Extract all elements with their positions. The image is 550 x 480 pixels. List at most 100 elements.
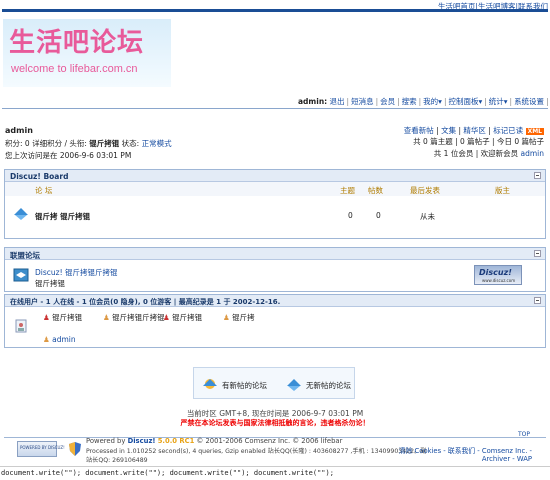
- collapse-icon[interactable]: [534, 250, 541, 257]
- online-users-box: 在线用户 - 1 人在线 - 1 位会员(0 隐身), 0 位游客 | 最高纪录…: [4, 294, 546, 348]
- footer-qq: 站长QQ: 269106489: [86, 457, 148, 464]
- menu-separator: |: [443, 97, 447, 106]
- menu-item[interactable]: 短消息: [351, 97, 374, 106]
- main-menu: admin: 退出|短消息|会员|搜索|我的▾|控制面板▾|统计▾|系统设置|帮…: [298, 96, 550, 107]
- quick-link[interactable]: 查看新帖: [404, 126, 434, 135]
- forum-name-link[interactable]: 锟斤拷 锟斤拷锟: [35, 211, 90, 222]
- credits-text: 积分: 0 详细积分 / 头衔:: [5, 139, 90, 148]
- online-header[interactable]: 在线用户 - 1 人在线 - 1 位会员(0 隐身), 0 位游客 | 最高纪录…: [5, 295, 545, 307]
- online-legend-item: ♟ 锟斤拷锟斤拷锟: [103, 312, 165, 323]
- forum-stats: 共 0 篇主题 | 0 篇帖子 | 今日 0 篇帖子: [413, 137, 544, 146]
- powered-text: Powered by: [86, 437, 128, 445]
- no-new-posts-icon: [287, 379, 301, 391]
- forum-post-count: 0: [376, 211, 381, 220]
- discuz-link[interactable]: Discuz!: [128, 437, 156, 445]
- menu-separator: |: [509, 97, 513, 106]
- new-member-link[interactable]: admin: [521, 149, 545, 158]
- menu-item[interactable]: 退出: [330, 97, 345, 106]
- online-legend-item: ♟ 锟斤拷: [223, 312, 255, 323]
- online-summary: 在线用户 - 1 人在线 - 1 位会员(0 隐身), 0 位游客 | 最高纪录…: [10, 298, 281, 306]
- status-label: 状态:: [119, 139, 142, 148]
- forum-last-post: 从未: [420, 212, 435, 221]
- board-title: Discuz! Board: [10, 172, 69, 181]
- quick-link[interactable]: 文集: [441, 126, 456, 135]
- online-user-entry[interactable]: ♟ admin: [43, 335, 76, 344]
- menu-separator: |: [418, 97, 422, 106]
- board-table: Discuz! Board 论 坛 主题 帖数 最后发表 版主 锟斤拷 锟斤拷锟…: [4, 169, 546, 239]
- online-legend-item: ♟ 锟斤拷锟: [43, 312, 82, 323]
- online-legend-label: 锟斤拷锟斤拷锟: [112, 313, 165, 322]
- link-site-desc: 锟斤拷锟: [35, 279, 65, 288]
- footer-links-2[interactable]: Archiver - WAP: [482, 455, 532, 463]
- online-legend-label: 锟斤拷: [232, 313, 255, 322]
- link-site-name[interactable]: Discuz! 锟斤拷锟斤拷锟: [35, 267, 117, 278]
- badge-url: www.discuz.com: [482, 278, 516, 283]
- forum-thread-count: 0: [348, 211, 353, 220]
- menu-separator: |: [375, 97, 379, 106]
- board-column-header: 论 坛 主题 帖数 最后发表 版主: [5, 182, 545, 196]
- collapse-icon[interactable]: [534, 297, 541, 304]
- footer-powered: Powered by Discuz! 5.0.0 RC1 © 2001-2006…: [86, 437, 342, 445]
- top-bar: [2, 9, 548, 12]
- menu-item[interactable]: 搜索: [402, 97, 417, 106]
- user-group-icon: ♟: [223, 313, 233, 322]
- badge-title: Discuz!: [479, 268, 512, 277]
- member-stats-text: 共 1 位会员 | 欢迎新会员: [433, 149, 521, 158]
- menu-item[interactable]: 系统设置: [514, 97, 544, 106]
- status-mode-link[interactable]: 正常模式: [142, 139, 172, 148]
- user-icon: ♟: [43, 335, 50, 344]
- forum-legend: 有新帖的论坛 无新帖的论坛: [193, 367, 355, 399]
- online-user-link[interactable]: admin: [52, 335, 76, 344]
- quick-link[interactable]: 精华区: [463, 126, 486, 135]
- online-legend-item: ♟ 锟斤拷锟: [163, 312, 202, 323]
- powered-badge[interactable]: POWERED BY DISCUZ!: [17, 441, 65, 457]
- menu-item[interactable]: 控制面板▾: [448, 97, 482, 106]
- version: 5.0.0 RC1: [157, 437, 195, 445]
- quick-link[interactable]: 标记已读: [493, 126, 523, 135]
- site-logo[interactable]: 生活吧论坛 welcome to lifebar.com.cn: [3, 19, 171, 87]
- user-group-icon: ♟: [103, 313, 113, 322]
- xml-badge[interactable]: XML: [525, 128, 544, 135]
- forum-folder-icon: [14, 208, 28, 220]
- online-users-icon: [15, 319, 27, 333]
- forum-row[interactable]: 锟斤拷 锟斤拷锟 0 0 从未: [5, 196, 545, 236]
- menu-divider: [2, 108, 548, 109]
- user-group-icon: ♟: [43, 313, 53, 322]
- menu-separator: |: [346, 97, 350, 106]
- quick-links: 查看新帖 | 文集 | 精华区 | 标记已读 XML: [404, 125, 544, 136]
- member-stats: 共 1 位会员 | 欢迎新会员 admin: [434, 148, 544, 159]
- link-forums-box: 联盟论坛 Discuz! 锟斤拷锟斤拷锟 锟斤拷锟 Discuz! www.di…: [4, 247, 546, 292]
- legend-none-label: 无新帖的论坛: [306, 381, 351, 390]
- col-threads: 主题: [340, 186, 355, 195]
- script-output: document.write(""); document.write(""); …: [1, 469, 334, 477]
- col-moderator: 版主: [495, 186, 510, 195]
- copyright-text: © 2001-2006 Comsenz Inc. © 2006 lifebar: [194, 437, 343, 445]
- link-separator: |: [433, 126, 442, 135]
- powered-badge-text: POWERED BY DISCUZ!: [20, 445, 65, 450]
- legal-warning: 严禁在本论坛发表与国家法律相抵触的言论，违者格杀勿论！: [180, 419, 370, 427]
- online-legend-label: 锟斤拷锟: [172, 313, 203, 322]
- menu-username[interactable]: admin:: [298, 97, 327, 106]
- user-title: 锟斤拷锟: [89, 139, 120, 148]
- footer-processed: Processed in 1.010252 second(s), 4 queri…: [86, 448, 427, 455]
- legend-new-label: 有新帖的论坛: [222, 381, 267, 390]
- link-forums-title: 联盟论坛: [10, 251, 40, 260]
- shield-icon: [69, 442, 81, 456]
- menu-separator: |: [397, 97, 400, 106]
- menu-item[interactable]: 统计▾: [489, 97, 508, 106]
- link-forums-header[interactable]: 联盟论坛: [5, 248, 545, 260]
- user-name: admin: [5, 126, 33, 135]
- col-posts: 帖数: [368, 186, 383, 195]
- board-header[interactable]: Discuz! Board: [5, 170, 545, 182]
- collapse-icon[interactable]: [534, 172, 541, 179]
- menu-separator: |: [546, 97, 549, 106]
- menu-item[interactable]: 我的▾: [423, 97, 442, 106]
- online-legend-label: 锟斤拷锟: [52, 313, 83, 322]
- menu-item[interactable]: 会员: [380, 97, 395, 106]
- logo-en-text: welcome to lifebar.com.cn: [11, 63, 138, 75]
- discuz-link-badge[interactable]: Discuz! www.discuz.com: [474, 265, 522, 285]
- user-group-icon: ♟: [163, 313, 173, 322]
- col-last-post: 最后发表: [410, 186, 440, 195]
- link-site-icon: [13, 268, 29, 282]
- footer-links-1[interactable]: 清除 Cookies - 联系我们 - Comsenz Inc. -: [399, 445, 532, 455]
